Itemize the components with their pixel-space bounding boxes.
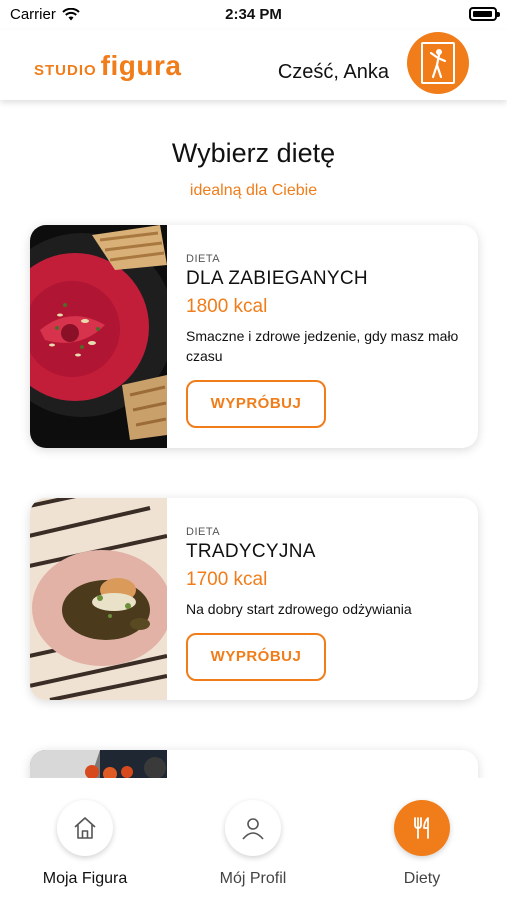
diet-kicker: DIETA [186,253,221,265]
diet-name: DLA ZABIEGANYCH [186,268,368,289]
diet-card[interactable]: DIETA TRADYCYJNA 1700 kcal Na dobry star… [30,498,478,700]
diet-kcal: 1800 kcal [186,296,268,317]
diet-name: TRADYCYJNA [186,541,316,562]
try-diet-button[interactable]: WYPRÓBUJ [186,633,326,681]
app-header: STUDIO figura Cześć, Anka [0,30,507,100]
bottom-tab-bar: Moja Figura Mój Profil Diety [0,778,507,900]
vegetable-fritter-image [30,498,167,700]
brand-badge-icon [421,42,455,84]
logo-big-text: figura [100,50,182,81]
studio-figura-logo[interactable]: STUDIO figura [34,50,181,82]
tab-moja-figura[interactable]: Moja Figura [10,800,160,888]
user-icon [225,800,281,856]
tab-moj-profil[interactable]: Mój Profil [178,800,328,888]
battery-icon [469,7,500,21]
try-diet-button[interactable]: WYPRÓBUJ [186,380,326,428]
diet-kcal: 1700 kcal [186,569,268,590]
tab-label: Moja Figura [42,870,128,887]
beet-hummus-image [30,225,167,448]
tab-label: Mój Profil [219,870,287,887]
status-bar: Carrier 2:34 PM [0,0,507,30]
status-time: 2:34 PM [225,6,282,23]
diet-card-body: DIETA TRADYCYJNA 1700 kcal Na dobry star… [186,498,468,681]
page-subtitle: idealną dla Ciebie [189,182,318,199]
fork-knife-icon [394,800,450,856]
battery-level [473,11,492,17]
diet-card[interactable]: DIETA DLA ZABIEGANYCH 1800 kcal Smaczne … [30,225,478,448]
tab-diety[interactable]: Diety [347,800,497,888]
diet-description: Smaczne i zdrowe jedzenie, gdy masz mało… [186,328,459,364]
diet-kicker: DIETA [186,526,221,538]
tab-label: Diety [403,870,441,887]
diet-card-body: DIETA DLA ZABIEGANYCH 1800 kcal Smaczne … [186,225,468,428]
avatar[interactable] [407,32,469,94]
diet-description: Na dobry start zdrowego odżywiania [186,601,412,617]
logo-small-text: STUDIO [34,62,97,79]
user-greeting: Cześć, Anka [277,61,389,83]
page-title: Wybierz dietę [171,138,336,168]
home-icon [57,800,113,856]
